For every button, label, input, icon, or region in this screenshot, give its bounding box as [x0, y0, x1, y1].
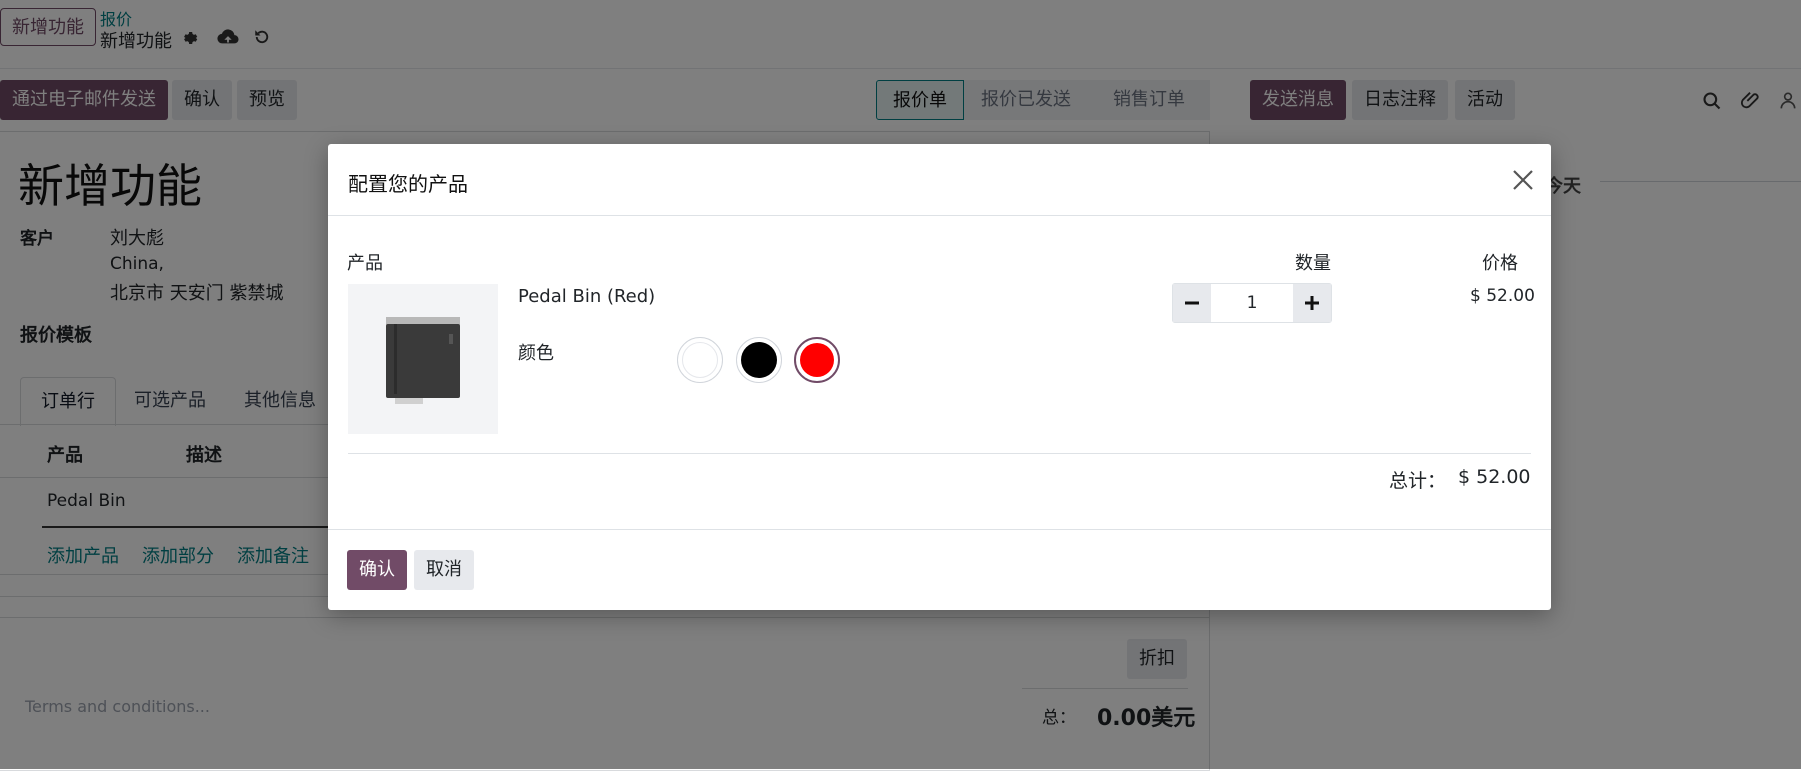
dialog-confirm-button[interactable]: 确认 [347, 550, 407, 590]
plus-icon [1305, 296, 1319, 310]
configure-product-dialog: 配置您的产品 产品 数量 价格 Pedal Bin (Red) 颜色 1 $ 5 [328, 144, 1551, 610]
minus-icon [1185, 301, 1199, 305]
dialog-header: 配置您的产品 [328, 144, 1551, 216]
quantity-stepper: 1 [1172, 283, 1332, 323]
quantity-input[interactable]: 1 [1211, 284, 1293, 322]
swatch-fill [682, 342, 718, 378]
dialog-total-divider [348, 453, 1531, 454]
quantity-decrease-button[interactable] [1173, 284, 1211, 322]
dialog-col-price: 价格 [1482, 253, 1518, 274]
dialog-footer: 确认 取消 [328, 529, 1551, 610]
color-swatch-white[interactable] [677, 337, 723, 383]
dialog-total-value: $ 52.00 [1458, 466, 1531, 488]
dialog-col-quantity: 数量 [1295, 253, 1331, 274]
product-price: $ 52.00 [1470, 286, 1535, 306]
pedal-bin-image [386, 317, 460, 404]
dialog-col-product: 产品 [347, 253, 383, 274]
swatch-fill [800, 343, 834, 377]
attribute-color-label: 颜色 [518, 343, 554, 364]
product-image [348, 284, 498, 434]
swatch-fill [741, 342, 777, 378]
dialog-cancel-button[interactable]: 取消 [414, 550, 474, 590]
quantity-increase-button[interactable] [1293, 284, 1331, 322]
color-swatch-black[interactable] [736, 337, 782, 383]
color-swatch-red[interactable] [794, 337, 840, 383]
dialog-title: 配置您的产品 [348, 172, 468, 196]
close-icon[interactable] [1511, 168, 1535, 192]
product-name: Pedal Bin (Red) [518, 286, 656, 307]
dialog-total-label: 总计： [1389, 470, 1447, 492]
